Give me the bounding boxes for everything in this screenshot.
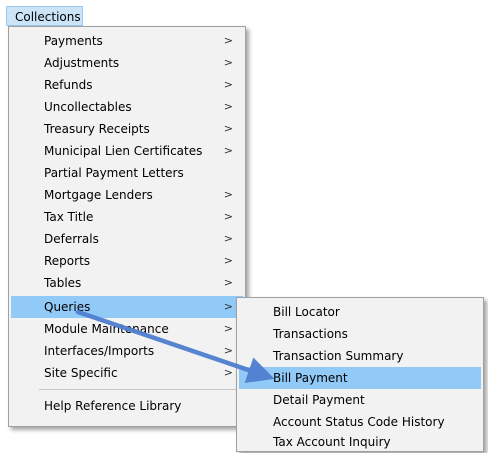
menu-item-label: Treasury Receipts bbox=[44, 122, 150, 136]
submenu-item-account-status-code-history[interactable]: Account Status Code History bbox=[239, 411, 481, 433]
menu-item-label: Tables bbox=[44, 276, 82, 290]
menu-item-tax-title[interactable]: Tax Title > bbox=[11, 206, 243, 228]
chevron-right-icon: > bbox=[223, 232, 233, 245]
menu-item-label: Uncollectables bbox=[44, 100, 132, 114]
chevron-right-icon: > bbox=[223, 254, 233, 267]
chevron-right-icon: > bbox=[223, 366, 233, 379]
menu-item-help-reference-library[interactable]: Help Reference Library bbox=[11, 395, 243, 417]
menu-item-label: Municipal Lien Certificates bbox=[44, 144, 203, 158]
menu-item-refunds[interactable]: Refunds > bbox=[11, 74, 243, 96]
menu-item-deferrals[interactable]: Deferrals > bbox=[11, 228, 243, 250]
chevron-right-icon: > bbox=[223, 344, 233, 357]
menu-item-label: Transaction Summary bbox=[273, 349, 404, 363]
menu-item-label: Refunds bbox=[44, 78, 93, 92]
menu-item-uncollectables[interactable]: Uncollectables > bbox=[11, 96, 243, 118]
chevron-right-icon: > bbox=[223, 322, 233, 335]
menu-item-label: Deferrals bbox=[44, 232, 99, 246]
menu-item-reports[interactable]: Reports > bbox=[11, 250, 243, 272]
submenu-item-transaction-summary[interactable]: Transaction Summary bbox=[239, 345, 481, 367]
menu-item-label: Queries bbox=[44, 300, 91, 314]
menu-item-site-specific[interactable]: Site Specific > bbox=[11, 362, 243, 384]
chevron-right-icon: > bbox=[223, 56, 233, 69]
chevron-right-icon: > bbox=[223, 188, 233, 201]
menu-separator bbox=[39, 389, 241, 390]
menu-item-municipal-lien-certificates[interactable]: Municipal Lien Certificates > bbox=[11, 140, 243, 162]
chevron-right-icon: > bbox=[223, 34, 233, 47]
menu-item-label: Mortgage Lenders bbox=[44, 188, 153, 202]
menu-item-label: Help Reference Library bbox=[44, 399, 182, 413]
chevron-right-icon: > bbox=[223, 100, 233, 113]
menu-item-label: Site Specific bbox=[44, 366, 118, 380]
submenu-item-tax-account-inquiry[interactable]: Tax Account Inquiry bbox=[239, 431, 481, 453]
menu-item-label: Transactions bbox=[273, 327, 348, 341]
menu-item-module-maintenance[interactable]: Module Maintenance > bbox=[11, 318, 243, 340]
collections-menu: Payments > Adjustments > Refunds > Uncol… bbox=[8, 26, 246, 427]
chevron-right-icon: > bbox=[223, 78, 233, 91]
menu-item-label: Bill Locator bbox=[273, 305, 340, 319]
chevron-right-icon: > bbox=[223, 210, 233, 223]
menu-item-partial-payment-letters[interactable]: Partial Payment Letters bbox=[11, 162, 243, 184]
menu-item-label: Payments bbox=[44, 34, 103, 48]
menu-item-label: Interfaces/Imports bbox=[44, 344, 155, 358]
submenu-item-bill-locator[interactable]: Bill Locator bbox=[239, 301, 481, 323]
menu-item-label: Tax Account Inquiry bbox=[273, 435, 391, 449]
menu-item-mortgage-lenders[interactable]: Mortgage Lenders > bbox=[11, 184, 243, 206]
submenu-item-detail-payment[interactable]: Detail Payment bbox=[239, 389, 481, 411]
menu-item-label: Reports bbox=[44, 254, 91, 268]
chevron-right-icon: > bbox=[223, 122, 233, 135]
menu-item-label: Bill Payment bbox=[273, 371, 348, 385]
menu-item-queries[interactable]: Queries > bbox=[11, 296, 243, 318]
menu-item-treasury-receipts[interactable]: Treasury Receipts > bbox=[11, 118, 243, 140]
chevron-right-icon: > bbox=[223, 276, 233, 289]
menu-item-payments[interactable]: Payments > bbox=[11, 30, 243, 52]
menu-item-interfaces-imports[interactable]: Interfaces/Imports > bbox=[11, 340, 243, 362]
menu-item-label: Module Maintenance bbox=[44, 322, 169, 336]
menu-item-label: Tax Title bbox=[44, 210, 94, 224]
submenu-item-bill-payment[interactable]: Bill Payment bbox=[239, 367, 481, 389]
menubar-collections[interactable]: Collections bbox=[6, 6, 83, 26]
menu-item-label: Account Status Code History bbox=[273, 415, 445, 429]
menu-item-tables[interactable]: Tables > bbox=[11, 272, 243, 294]
menu-item-label: Adjustments bbox=[44, 56, 120, 70]
menu-item-label: Partial Payment Letters bbox=[44, 166, 184, 180]
menu-item-adjustments[interactable]: Adjustments > bbox=[11, 52, 243, 74]
chevron-right-icon: > bbox=[223, 300, 233, 313]
chevron-right-icon: > bbox=[223, 144, 233, 157]
menu-item-label: Detail Payment bbox=[273, 393, 365, 407]
queries-submenu: Bill Locator Transactions Transaction Su… bbox=[236, 297, 484, 452]
submenu-item-transactions[interactable]: Transactions bbox=[239, 323, 481, 345]
